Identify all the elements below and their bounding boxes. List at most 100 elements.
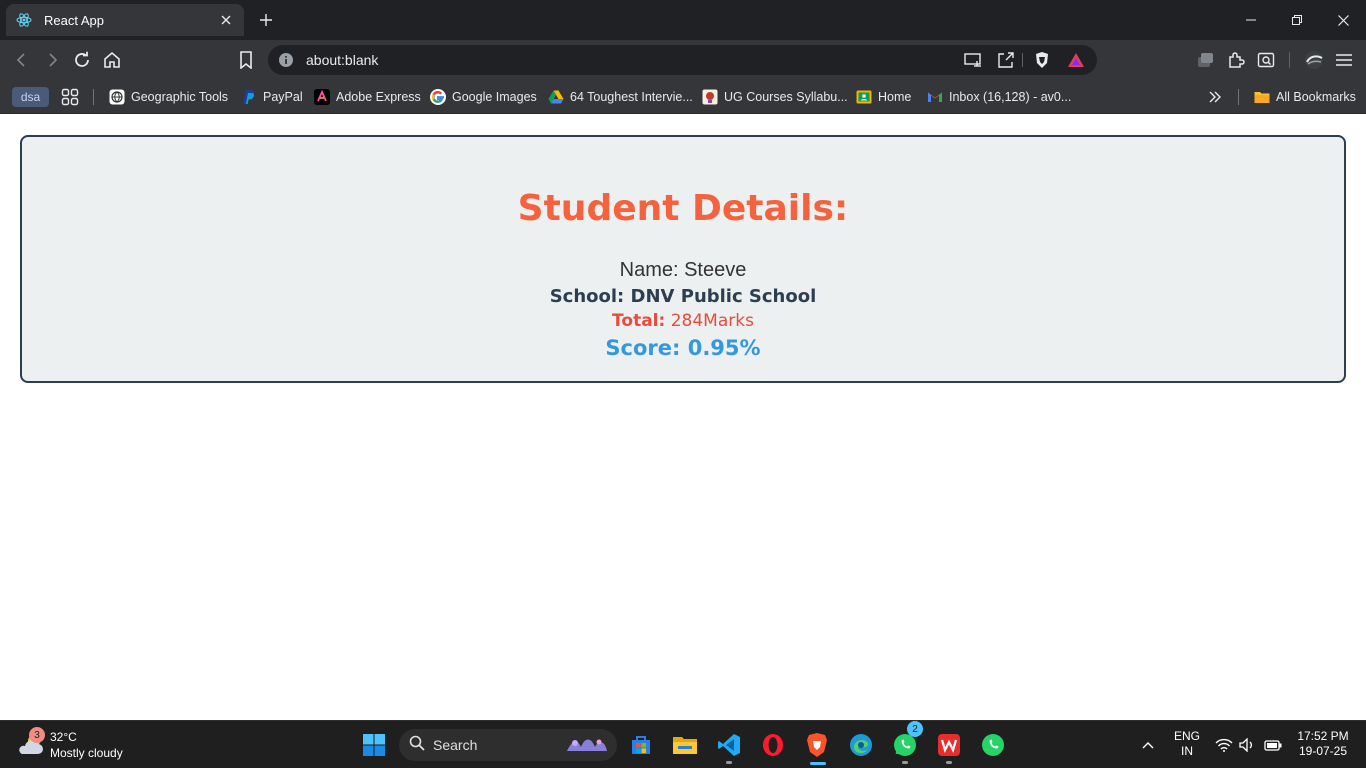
total-label: Total: <box>612 311 666 331</box>
classroom-icon <box>856 89 872 105</box>
page-title: Student Details: <box>517 188 849 229</box>
bookmark-paypal[interactable]: PayPal <box>241 86 303 108</box>
info-icon[interactable] <box>278 52 294 68</box>
school-label: School: <box>549 286 625 307</box>
bookmarks-bar: dsa Geographic Tools PayPal Adobe Expres… <box>0 80 1366 114</box>
edge-icon[interactable] <box>845 729 877 761</box>
new-tab-button[interactable] <box>254 8 278 32</box>
microsoft-store-icon[interactable] <box>625 729 657 761</box>
wps-office-icon[interactable] <box>933 729 965 761</box>
running-indicator <box>726 761 732 764</box>
bookmark-home[interactable]: Home <box>856 86 911 108</box>
cast-icon[interactable] <box>963 50 983 70</box>
brave-browser-icon[interactable] <box>801 729 833 761</box>
home-icon[interactable] <box>100 48 124 72</box>
weather-widget[interactable]: 3 32°C Mostly cloudy <box>16 727 123 763</box>
cloud-icon: 3 <box>16 727 46 760</box>
omnibox-divider <box>1022 53 1023 67</box>
student-card: Student Details: Name: Steeve School: DN… <box>20 135 1346 383</box>
tray-chevron-icon[interactable] <box>1134 729 1162 761</box>
folder-icon <box>1254 89 1270 105</box>
apps-icon[interactable] <box>61 86 85 108</box>
bookmark-adobe-express[interactable]: Adobe Express <box>314 86 421 108</box>
brave-shields-icon[interactable] <box>1032 50 1052 70</box>
file-explorer-icon[interactable] <box>669 729 701 761</box>
bookmark-geographic-tools[interactable]: Geographic Tools <box>109 86 228 108</box>
page-viewport: Student Details: Name: Steeve School: DN… <box>0 115 1366 720</box>
browser-titlebar: React App <box>0 0 1366 40</box>
clock[interactable]: 17:52 PM 19-07-25 <box>1292 729 1354 759</box>
bookmark-label: Google Images <box>452 90 537 104</box>
clock-date: 19-07-25 <box>1298 744 1348 758</box>
react-icon <box>16 12 32 28</box>
reload-icon[interactable] <box>70 48 94 72</box>
all-bookmarks[interactable]: All Bookmarks <box>1254 86 1356 108</box>
start-button[interactable] <box>358 729 390 761</box>
student-name: Name: Steeve <box>22 259 1344 282</box>
forward-icon[interactable] <box>40 48 64 72</box>
minimize-icon[interactable] <box>1228 6 1274 34</box>
clock-time: 17:52 PM <box>1297 729 1349 743</box>
toolbar-divider <box>1289 52 1290 68</box>
bookmarks-divider <box>93 89 94 105</box>
gmail-icon <box>927 89 943 105</box>
region-label: IN <box>1181 744 1193 758</box>
total-value: 284Marks <box>670 311 754 331</box>
student-score: Score: 0.95% <box>22 336 1344 360</box>
language-indicator[interactable]: ENG IN <box>1170 729 1204 759</box>
google-icon <box>430 89 446 105</box>
opera-icon[interactable] <box>757 729 789 761</box>
bookmark-ug-courses[interactable]: UG Courses Syllabu... <box>702 86 848 108</box>
battery-icon[interactable] <box>1259 729 1287 761</box>
profile-avatar[interactable] <box>1302 48 1326 72</box>
reader-mode-icon[interactable] <box>1254 48 1278 72</box>
brave-rewards-icon[interactable] <box>1066 50 1086 70</box>
bookmark-toughest-interview[interactable]: 64 Toughest Intervie... <box>548 86 693 108</box>
restore-icon[interactable] <box>1274 6 1320 34</box>
google-drive-icon <box>548 89 564 105</box>
back-icon[interactable] <box>10 48 34 72</box>
menu-icon[interactable] <box>1332 48 1356 72</box>
temperature: 32°C <box>50 730 77 744</box>
extensions-icon[interactable] <box>1224 48 1248 72</box>
windows-taskbar: 3 32°C Mostly cloudy Search 2 ENG IN 17:… <box>0 720 1366 768</box>
whatsapp-web-icon[interactable] <box>977 729 1009 761</box>
more-bookmarks-icon[interactable] <box>1208 86 1222 108</box>
university-icon <box>702 89 718 105</box>
address-bar[interactable]: about:blank <box>268 45 1097 75</box>
language-label: ENG <box>1173 729 1200 743</box>
whatsapp-badge: 2 <box>907 721 923 737</box>
taskbar-search[interactable]: Search <box>399 729 617 761</box>
bookmarks-divider <box>1238 89 1239 105</box>
name-label: Name: <box>619 259 685 281</box>
close-window-icon[interactable] <box>1320 6 1366 34</box>
tab-search-icon[interactable] <box>1194 48 1218 72</box>
url-text[interactable]: about:blank <box>306 52 378 68</box>
search-icon <box>409 735 425 755</box>
score-value: 0.95% <box>687 336 761 360</box>
bookmark-icon[interactable] <box>234 48 258 72</box>
vscode-icon[interactable] <box>713 729 745 761</box>
share-icon[interactable] <box>996 50 1016 70</box>
tab-react-app[interactable]: React App <box>6 4 244 36</box>
whatsapp-icon[interactable]: 2 <box>889 721 923 761</box>
bookmark-google-images[interactable]: Google Images <box>430 86 537 108</box>
bookmark-label: PayPal <box>263 90 303 104</box>
school-value: DNV Public School <box>630 286 817 307</box>
search-highlight-icon <box>565 733 609 761</box>
weather-condition: Mostly cloudy <box>50 746 123 760</box>
running-indicator <box>902 761 908 764</box>
bookmark-label: Home <box>878 90 912 104</box>
student-school: School: DNV Public School <box>22 286 1344 307</box>
score-label: Score: <box>605 336 681 360</box>
bookmark-inbox[interactable]: Inbox (16,128) - av0... <box>927 86 1071 108</box>
volume-icon[interactable] <box>1234 729 1262 761</box>
bookmark-chip-dsa[interactable]: dsa <box>12 87 49 107</box>
name-value: Steeve <box>684 259 747 281</box>
adobe-express-icon <box>314 89 330 105</box>
student-total: Total: 284Marks <box>22 311 1344 331</box>
search-label: Search <box>433 737 478 753</box>
bookmark-label: UG Courses Syllabu... <box>724 90 848 104</box>
grid-icon <box>61 88 79 106</box>
close-tab-icon[interactable] <box>218 12 234 28</box>
